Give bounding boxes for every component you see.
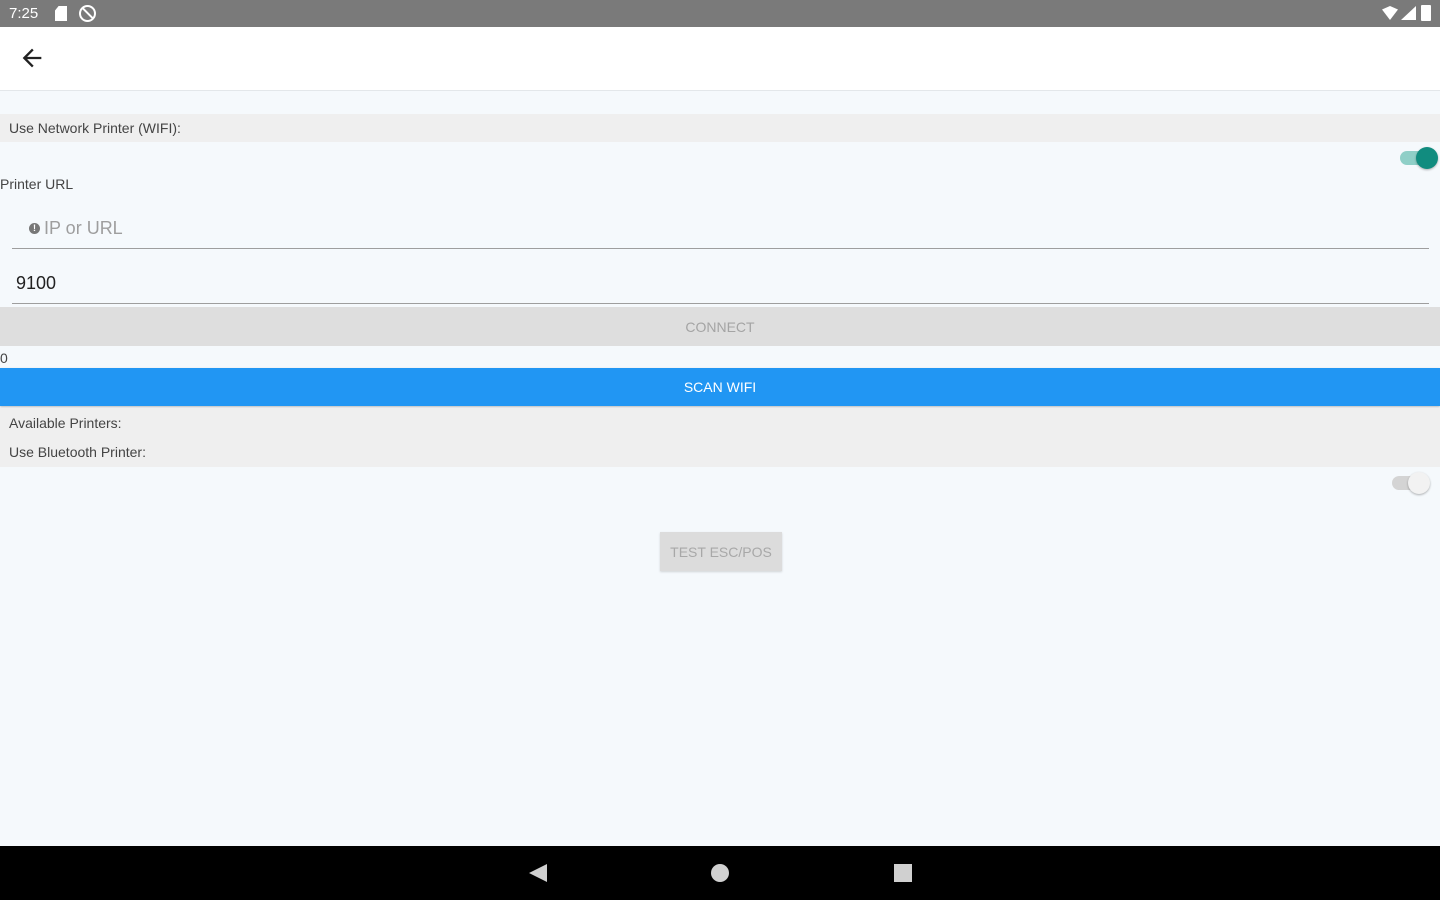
available-printers-label: Available Printers: — [0, 408, 1440, 438]
nav-back-icon[interactable] — [529, 864, 547, 882]
scan-wifi-button[interactable]: SCAN WIFI — [0, 368, 1440, 406]
printer-port-field[interactable] — [12, 264, 1429, 304]
arrow-left-icon[interactable] — [18, 44, 46, 72]
battery-icon — [1421, 5, 1431, 21]
bluetooth-printer-toggle[interactable] — [1392, 469, 1430, 497]
printer-url-label: Printer URL — [0, 176, 74, 192]
wifi-icon — [1382, 6, 1398, 20]
printer-url-field[interactable]: ! — [12, 209, 1429, 249]
sd-card-icon — [55, 6, 67, 21]
navigation-bar — [0, 846, 1440, 900]
network-printer-header: Use Network Printer (WIFI): — [0, 114, 1440, 142]
app-bar — [0, 27, 1440, 91]
toggle-thumb — [1408, 472, 1430, 494]
connect-button[interactable]: CONNECT — [0, 307, 1440, 346]
signal-icon — [1401, 6, 1416, 20]
nav-recents-icon[interactable] — [894, 864, 912, 882]
bluetooth-printer-header: Use Bluetooth Printer: — [0, 438, 1440, 467]
printer-port-input[interactable] — [12, 264, 1429, 303]
printer-url-input[interactable] — [12, 209, 1429, 248]
status-time: 7:25 — [9, 5, 39, 22]
test-escpos-button[interactable]: TEST ESC/POS — [660, 532, 782, 571]
status-bar: 7:25 — [0, 0, 1440, 27]
blocked-icon — [79, 5, 96, 22]
toggle-thumb — [1416, 147, 1438, 169]
connection-status-text: 0 — [0, 350, 8, 366]
network-printer-toggle[interactable] — [1400, 144, 1438, 172]
nav-home-icon[interactable] — [711, 864, 729, 882]
